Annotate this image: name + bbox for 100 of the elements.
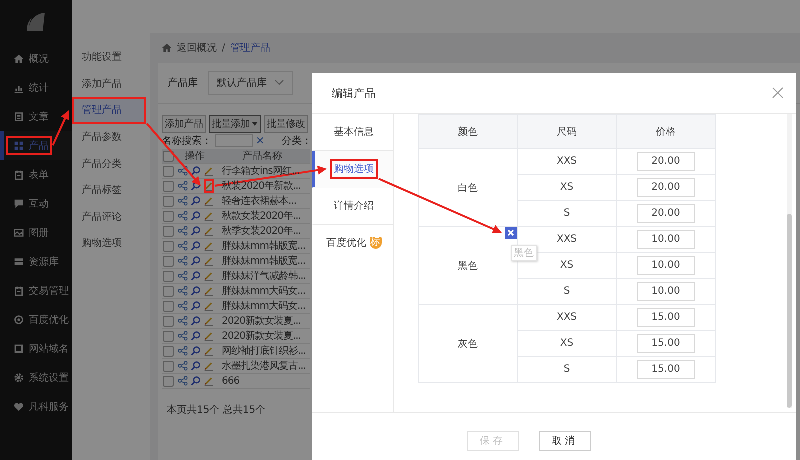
pencil-icon[interactable] [204,331,214,341]
pencil-icon[interactable] [204,166,214,176]
sidebar-item-label[interactable]: 网站域名 [29,342,69,356]
sidebar-item-label[interactable]: 图册 [29,226,49,240]
sidebar-item-label[interactable]: 交易管理 [29,284,69,298]
sidebar-item-label[interactable]: 文章 [29,110,49,124]
checkbox[interactable] [163,240,174,252]
search-icon[interactable] [191,331,201,341]
share-icon[interactable] [178,271,188,281]
price-field[interactable]: 20.00 [637,178,695,197]
share-icon[interactable] [178,286,188,296]
price-field[interactable]: 20.00 [637,152,695,171]
sidebar-item[interactable]: 图册 [0,218,72,247]
dialog-button[interactable]: 取消 [539,431,591,451]
breadcrumb-link[interactable]: 返回概况 [177,41,217,55]
share-icon[interactable] [178,301,188,311]
share-icon[interactable] [178,331,188,341]
search-icon[interactable] [191,376,201,386]
share-icon[interactable] [178,346,188,356]
search-icon[interactable] [191,211,201,221]
share-icon[interactable] [178,361,188,371]
checkbox[interactable] [163,300,174,312]
sidebar-item-label[interactable]: 产品 [29,138,49,152]
checkbox[interactable] [163,196,174,206]
remove-button[interactable] [505,227,517,239]
checkbox[interactable] [163,360,174,372]
checkbox[interactable] [163,376,174,386]
share-icon[interactable] [178,211,188,221]
submenu-item[interactable]: 添加产品 [72,70,150,98]
checkbox[interactable] [163,150,174,162]
checkbox[interactable] [163,286,174,296]
sidebar-item[interactable]: 网站域名 [0,334,72,363]
sidebar-item[interactable]: 概况 [0,44,72,73]
price-field[interactable]: 15.00 [637,334,695,353]
checkbox[interactable] [163,166,174,176]
sidebar-item-label[interactable]: 表单 [29,168,49,182]
pencil-icon[interactable] [204,376,214,386]
pencil-icon[interactable] [204,211,214,221]
sidebar-item[interactable]: 表单 [0,160,72,189]
toolbar-button[interactable]: 添加产品 [162,114,206,132]
search-field[interactable] [215,134,253,147]
price-field[interactable]: 10.00 [637,256,695,275]
sidebar-item-label[interactable]: 凡科服务 [29,400,69,414]
clear-button[interactable]: × [256,134,265,147]
pencil-icon[interactable] [204,346,214,356]
search-icon[interactable] [191,361,201,371]
share-icon[interactable] [178,196,188,206]
sidebar-item[interactable]: 资源库 [0,247,72,276]
share-icon[interactable] [178,181,188,191]
sidebar-item[interactable]: 文章 [0,102,72,131]
pencil-icon[interactable] [204,241,214,251]
pencil-icon[interactable] [204,271,214,281]
submenu-item[interactable]: 产品评论 [72,204,150,230]
checkbox[interactable] [163,226,174,236]
sidebar-item-label[interactable]: 百度优化 [29,312,69,326]
pencil-icon[interactable] [204,226,214,236]
sidebar-item[interactable]: 凡科服务 [0,392,72,421]
library-dropdown[interactable]: 默认产品库 [208,71,293,95]
checkbox[interactable] [163,256,174,266]
sidebar-item[interactable]: 互动 [0,189,72,218]
submenu-item[interactable]: 功能设置 [72,44,150,71]
search-icon[interactable] [191,241,201,251]
sidebar-item[interactable]: 统计 [0,73,72,102]
sidebar-item[interactable]: 百度优化 [0,305,72,334]
search-icon[interactable] [191,196,201,206]
checkbox[interactable] [163,210,174,222]
price-field[interactable]: 10.00 [637,230,695,249]
sidebar-item-label[interactable]: 互动 [29,196,49,210]
sidebar-item-label[interactable]: 系统设置 [29,370,69,384]
share-icon[interactable] [178,376,188,386]
price-field[interactable]: 20.00 [637,204,695,223]
pencil-icon[interactable] [204,256,214,266]
pencil-icon[interactable] [204,196,214,206]
price-field[interactable]: 10.00 [637,282,695,301]
submenu-item[interactable]: 产品分类 [72,150,150,177]
search-icon[interactable] [191,286,201,296]
sidebar-item-label[interactable]: 资源库 [29,254,59,268]
search-icon[interactable] [191,166,201,176]
search-icon[interactable] [191,256,201,266]
checkbox[interactable] [163,270,174,282]
share-icon[interactable] [178,241,188,251]
sidebar-item-label[interactable]: 统计 [29,80,49,94]
pencil-icon[interactable] [204,316,214,326]
sidebar-item-label[interactable]: 概况 [29,52,49,66]
checkbox[interactable] [163,316,174,326]
toolbar-button[interactable]: 批量修改 [264,114,308,132]
price-field[interactable]: 15.00 [637,360,695,379]
pencil-icon[interactable] [204,361,214,371]
submenu-item[interactable]: 产品标签 [72,176,150,204]
checkbox[interactable] [163,180,174,192]
search-icon[interactable] [191,316,201,326]
pencil-icon[interactable] [204,301,214,311]
search-icon[interactable] [191,346,201,356]
scrollbar[interactable] [787,114,792,408]
pencil-icon[interactable] [204,181,214,191]
search-icon[interactable] [191,301,201,311]
sidebar-item[interactable]: 系统设置 [0,363,72,392]
search-icon[interactable] [191,226,201,236]
checkbox[interactable] [163,330,174,342]
checkbox[interactable] [163,346,174,356]
